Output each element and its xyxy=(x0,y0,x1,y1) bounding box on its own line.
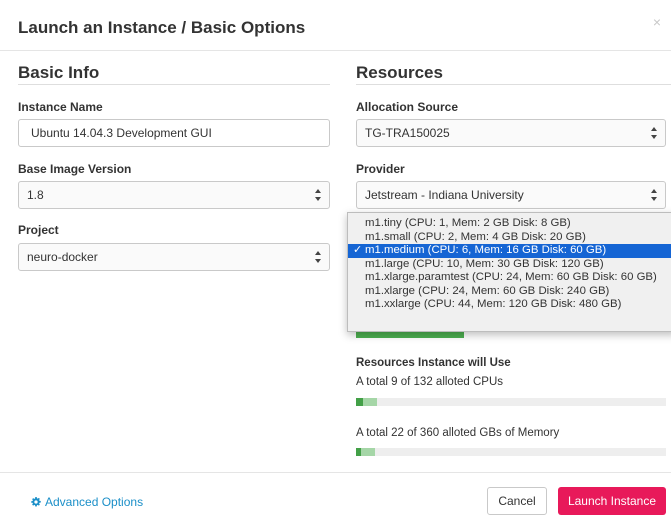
gear-icon xyxy=(31,497,41,507)
provider-select[interactable]: Jetstream - Indiana University xyxy=(356,181,666,209)
cpu-usage-text: A total 9 of 132 alloted CPUs xyxy=(356,376,504,388)
cpu-usage-bar xyxy=(356,398,666,406)
dropdown-option[interactable]: m1.large (CPU: 10, Mem: 30 GB Disk: 120 … xyxy=(348,258,671,272)
project-label: Project xyxy=(18,223,59,237)
cpu-used-fill xyxy=(356,398,363,406)
resources-heading: Resources xyxy=(356,63,443,82)
dropdown-option[interactable]: m1.xlarge (CPU: 24, Mem: 60 GB Disk: 240… xyxy=(348,285,671,299)
select-arrows-icon xyxy=(315,189,322,201)
modal-title: Launch an Instance / Basic Options xyxy=(18,18,306,37)
memory-usage-text: A total 22 of 360 alloted GBs of Memory xyxy=(356,427,560,439)
memory-usage-bar xyxy=(356,448,666,456)
dropdown-option[interactable]: ✓ m1.medium (CPU: 6, Mem: 16 GB Disk: 60 … xyxy=(348,244,671,258)
hidden-usage-bar xyxy=(356,332,464,338)
dropdown-option[interactable]: m1.xlarge.paramtest (CPU: 24, Mem: 60 GB… xyxy=(348,271,671,285)
base-image-label: Base Image Version xyxy=(18,162,132,176)
dropdown-option[interactable]: m1.tiny (CPU: 1, Mem: 2 GB Disk: 8 GB) xyxy=(348,217,671,231)
check-icon: ✓ xyxy=(353,244,363,256)
instance-name-input[interactable]: Ubuntu 14.04.3 Development GUI xyxy=(18,119,330,147)
instance-size-dropdown[interactable]: m1.tiny (CPU: 1, Mem: 2 GB Disk: 8 GB) m1… xyxy=(347,212,671,332)
cancel-button[interactable]: Cancel xyxy=(487,487,547,515)
provider-label: Provider xyxy=(356,162,405,176)
dropdown-option-label: m1.xxlarge (CPU: 44, Mem: 120 GB Disk: 4… xyxy=(365,298,622,310)
dropdown-option[interactable]: m1.xxlarge (CPU: 44, Mem: 120 GB Disk: 4… xyxy=(348,298,671,312)
dropdown-option-label: m1.medium (CPU: 6, Mem: 16 GB Disk: 60 G… xyxy=(365,244,607,256)
dropdown-option[interactable]: m1.small (CPU: 2, Mem: 4 GB Disk: 20 GB) xyxy=(348,231,671,245)
select-arrows-icon xyxy=(651,189,658,201)
close-icon[interactable]: × xyxy=(653,14,661,30)
footer-divider xyxy=(0,472,671,473)
dropdown-option-label: m1.xlarge (CPU: 24, Mem: 60 GB Disk: 240… xyxy=(365,284,610,297)
dropdown-option-label: m1.small (CPU: 2, Mem: 4 GB Disk: 20 GB) xyxy=(365,230,586,243)
advanced-options-label: Advanced Options xyxy=(45,495,144,509)
base-image-select[interactable]: 1.8 xyxy=(18,181,330,209)
advanced-options-link[interactable]: Advanced Options xyxy=(31,495,143,509)
basic-info-heading: Basic Info xyxy=(18,63,100,82)
allocation-source-select[interactable]: TG-TRA150025 xyxy=(356,119,666,147)
instance-name-label: Instance Name xyxy=(18,100,103,114)
resources-divider xyxy=(356,84,671,85)
dropdown-option-label: m1.tiny (CPU: 1, Mem: 2 GB Disk: 8 GB) xyxy=(365,217,571,229)
provider-value: Jetstream - Indiana University xyxy=(365,188,524,202)
memory-new-fill xyxy=(361,448,375,456)
select-arrows-icon xyxy=(651,127,658,139)
base-image-value: 1.8 xyxy=(27,188,44,202)
resources-usage-title: Resources Instance will Use xyxy=(356,357,511,369)
allocation-source-label: Allocation Source xyxy=(356,100,459,114)
instance-name-value: Ubuntu 14.04.3 Development GUI xyxy=(31,126,212,140)
select-arrows-icon xyxy=(315,251,322,263)
dropdown-option-label: m1.large (CPU: 10, Mem: 30 GB Disk: 120 … xyxy=(365,257,604,270)
basic-info-divider xyxy=(18,84,330,85)
dropdown-option-label: m1.xlarge.paramtest (CPU: 24, Mem: 60 GB… xyxy=(365,271,657,283)
launch-instance-button[interactable]: Launch Instance xyxy=(558,487,666,515)
project-value: neuro-docker xyxy=(27,250,98,264)
project-select[interactable]: neuro-docker xyxy=(18,243,330,271)
cpu-new-fill xyxy=(363,398,377,406)
allocation-source-value: TG-TRA150025 xyxy=(365,126,450,140)
title-divider xyxy=(0,50,671,51)
